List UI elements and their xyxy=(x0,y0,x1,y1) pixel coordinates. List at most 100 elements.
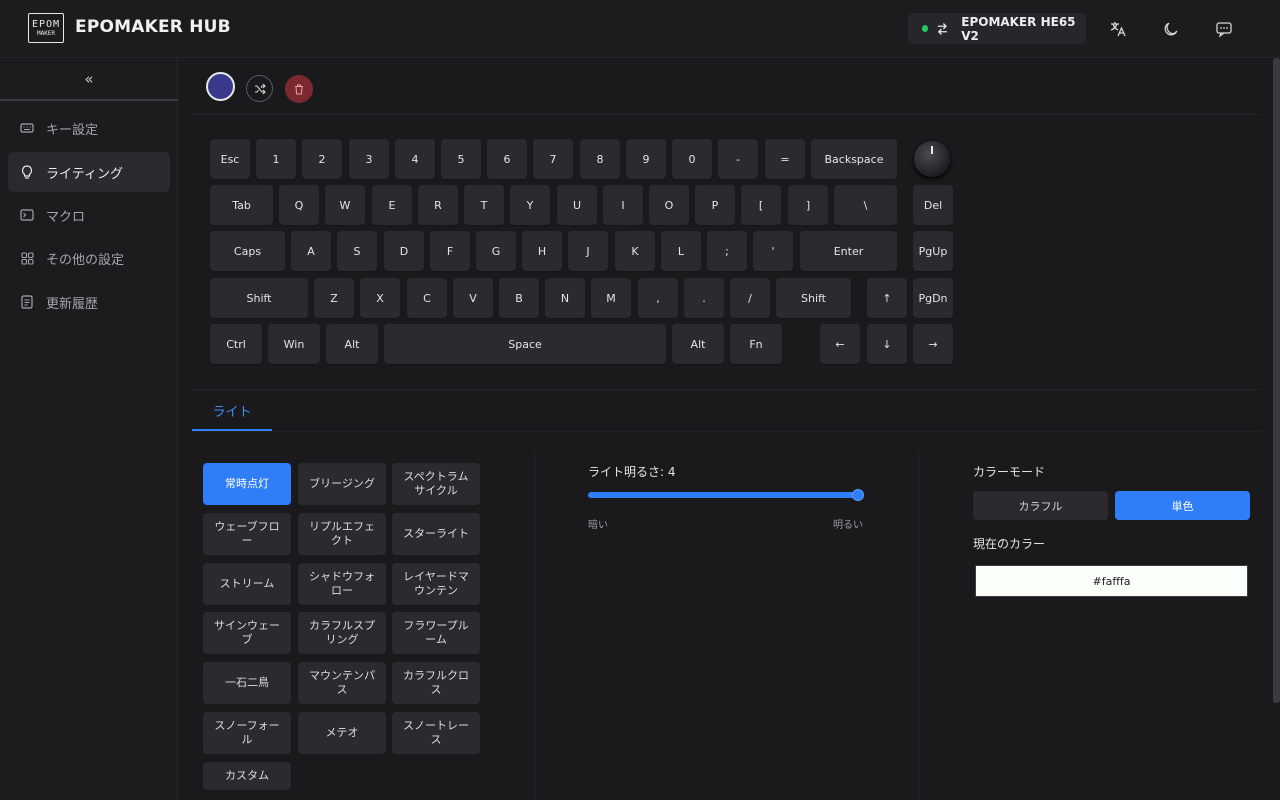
effect-breathing[interactable]: ブリージング xyxy=(298,463,386,505)
key-7[interactable]: 7 xyxy=(533,139,573,179)
key-d[interactable]: D xyxy=(384,231,424,271)
effect-mountain-pass[interactable]: マウンテンパス xyxy=(298,662,386,704)
current-color-swatch[interactable] xyxy=(206,72,235,101)
key-8[interactable]: 8 xyxy=(580,139,620,179)
key-i[interactable]: I xyxy=(603,185,643,225)
effect-colorful-cross[interactable]: カラフルクロス xyxy=(392,662,480,704)
effect-layered-mountain[interactable]: レイヤードマ ウンテン xyxy=(392,563,480,605)
key-right-arrow[interactable]: → xyxy=(913,324,953,364)
key-right-bracket[interactable]: ] xyxy=(788,185,828,225)
key-q[interactable]: Q xyxy=(279,185,319,225)
sidebar-item-other-settings[interactable]: その他の設定 xyxy=(8,238,170,278)
key-3[interactable]: 3 xyxy=(349,139,389,179)
key-x[interactable]: X xyxy=(360,278,400,318)
key-r[interactable]: R xyxy=(418,185,458,225)
collapse-sidebar-button[interactable]: « xyxy=(0,58,178,101)
key-ctrl[interactable]: Ctrl xyxy=(210,324,262,364)
key-down-arrow[interactable]: ↓ xyxy=(867,324,907,364)
key-6[interactable]: 6 xyxy=(487,139,527,179)
key-m[interactable]: M xyxy=(591,278,631,318)
key-pgup[interactable]: PgUp xyxy=(913,231,953,271)
key-u[interactable]: U xyxy=(557,185,597,225)
key-c[interactable]: C xyxy=(407,278,447,318)
key-backslash[interactable]: \ xyxy=(834,185,897,225)
key-quote[interactable]: ' xyxy=(753,231,793,271)
key-right-alt[interactable]: Alt xyxy=(672,324,724,364)
key-k[interactable]: K xyxy=(615,231,655,271)
key-1[interactable]: 1 xyxy=(256,139,296,179)
effect-snow-trace[interactable]: スノートレース xyxy=(392,712,480,754)
key-tab[interactable]: Tab xyxy=(210,185,273,225)
key-del[interactable]: Del xyxy=(913,185,953,225)
key-f[interactable]: F xyxy=(430,231,470,271)
translate-icon[interactable] xyxy=(1108,19,1128,39)
key-up-arrow[interactable]: ↑ xyxy=(867,278,907,318)
key-period[interactable]: . xyxy=(684,278,724,318)
key-9[interactable]: 9 xyxy=(626,139,666,179)
key-left-alt[interactable]: Alt xyxy=(326,324,378,364)
key-l[interactable]: L xyxy=(661,231,701,271)
key-fn[interactable]: Fn xyxy=(730,324,782,364)
key-minus[interactable]: - xyxy=(718,139,758,179)
key-pgdn[interactable]: PgDn xyxy=(913,278,953,318)
key-esc[interactable]: Esc xyxy=(210,139,250,179)
key-z[interactable]: Z xyxy=(314,278,354,318)
sidebar-item-macro[interactable]: マクロ xyxy=(8,195,170,235)
color-mode-single-button[interactable]: 単色 xyxy=(1115,491,1250,520)
key-enter[interactable]: Enter xyxy=(800,231,897,271)
effect-wave-flow[interactable]: ウェーブフロー xyxy=(203,513,291,555)
brightness-slider-thumb[interactable] xyxy=(852,489,864,501)
key-n[interactable]: N xyxy=(545,278,585,318)
key-t[interactable]: T xyxy=(464,185,504,225)
key-left-bracket[interactable]: [ xyxy=(741,185,781,225)
key-4[interactable]: 4 xyxy=(395,139,435,179)
effect-sine-wave[interactable]: サインウェーブ xyxy=(203,612,291,654)
key-h[interactable]: H xyxy=(522,231,562,271)
key-j[interactable]: J xyxy=(568,231,608,271)
key-left-arrow[interactable]: ← xyxy=(820,324,860,364)
effect-starlight[interactable]: スターライト xyxy=(392,513,480,555)
key-y[interactable]: Y xyxy=(510,185,550,225)
effect-colorful-spring[interactable]: カラフルスプ リング xyxy=(298,612,386,654)
delete-button[interactable] xyxy=(285,75,313,103)
effect-flower-bloom[interactable]: フラワープル ーム xyxy=(392,612,480,654)
sidebar-item-lighting[interactable]: ライティング xyxy=(8,152,170,192)
key-p[interactable]: P xyxy=(695,185,735,225)
color-mode-colorful-button[interactable]: カラフル xyxy=(973,491,1108,520)
key-5[interactable]: 5 xyxy=(441,139,481,179)
effect-meteor[interactable]: メテオ xyxy=(298,712,386,754)
device-selector[interactable]: EPOMAKER HE65 V2 xyxy=(908,13,1086,44)
randomize-button[interactable] xyxy=(246,75,273,102)
effect-ripple[interactable]: リプルエフェ クト xyxy=(298,513,386,555)
effect-spectrum-cycle[interactable]: スペクトラム サイクル xyxy=(392,463,480,505)
volume-knob[interactable] xyxy=(914,141,950,177)
key-a[interactable]: A xyxy=(291,231,331,271)
feedback-icon[interactable] xyxy=(1214,19,1234,39)
page-scrollbar[interactable] xyxy=(1273,58,1280,703)
key-equals[interactable]: = xyxy=(765,139,805,179)
sidebar-item-changelog[interactable]: 更新履歴 xyxy=(8,282,170,322)
key-0[interactable]: 0 xyxy=(672,139,712,179)
effect-shadow-follow[interactable]: シャドウフォ ロー xyxy=(298,563,386,605)
brightness-slider-track[interactable] xyxy=(588,492,860,498)
key-comma[interactable]: , xyxy=(638,278,678,318)
tab-light[interactable]: ライト xyxy=(192,398,272,431)
key-w[interactable]: W xyxy=(325,185,365,225)
effect-stream[interactable]: ストリーム xyxy=(203,563,291,605)
key-s[interactable]: S xyxy=(337,231,377,271)
effect-static[interactable]: 常時点灯 xyxy=(203,463,291,505)
moon-icon[interactable] xyxy=(1161,19,1181,39)
key-caps[interactable]: Caps xyxy=(210,231,285,271)
key-space[interactable]: Space xyxy=(384,324,666,364)
key-v[interactable]: V xyxy=(453,278,493,318)
key-g[interactable]: G xyxy=(476,231,516,271)
key-o[interactable]: O xyxy=(649,185,689,225)
key-b[interactable]: B xyxy=(499,278,539,318)
current-color-hex-field[interactable]: #fafffa xyxy=(975,565,1248,597)
key-semicolon[interactable]: ; xyxy=(707,231,747,271)
key-backspace[interactable]: Backspace xyxy=(811,139,897,179)
key-2[interactable]: 2 xyxy=(302,139,342,179)
effect-snowfall[interactable]: スノーフォール xyxy=(203,712,291,754)
effect-custom[interactable]: カスタム xyxy=(203,762,291,790)
sidebar-item-key-settings[interactable]: キー設定 xyxy=(8,108,170,148)
